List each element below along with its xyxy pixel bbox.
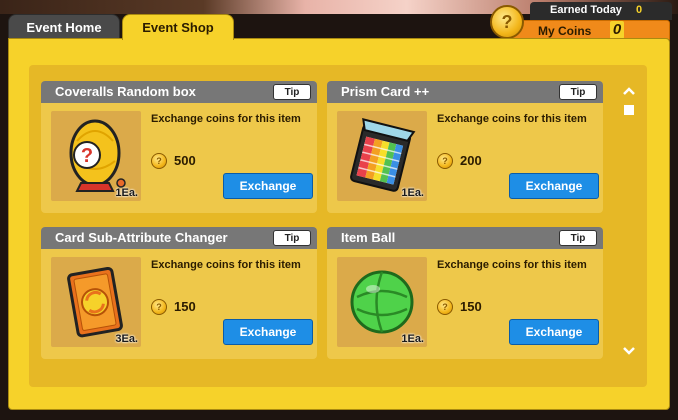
item-thumbnail: ? 1Ea. — [51, 111, 141, 201]
coin-icon: ? — [437, 299, 453, 315]
item-price: 500 — [174, 153, 196, 168]
tip-button[interactable]: Tip — [273, 230, 311, 246]
coins-widget: ? Earned Today 0 My Coins 0 — [490, 2, 672, 42]
earned-today-label: Earned Today — [550, 4, 622, 16]
tab-event-home[interactable]: Event Home — [8, 14, 120, 40]
coin-icon: ? — [151, 153, 167, 169]
item-thumbnail: 1Ea. — [337, 111, 427, 201]
tip-button[interactable]: Tip — [559, 84, 597, 100]
tip-button[interactable]: Tip — [273, 84, 311, 100]
item-thumbnail: 1Ea. — [337, 257, 427, 347]
coin-icon: ? — [437, 153, 453, 169]
coin-icon: ? — [490, 5, 524, 39]
exchange-button[interactable]: Exchange — [509, 173, 599, 199]
shop-item-card: Prism Card ++ Tip 1Ea. Exchange coins fo… — [327, 81, 603, 213]
exchange-button[interactable]: Exchange — [223, 319, 313, 345]
item-price: 200 — [460, 153, 482, 168]
shop-item-card: Card Sub-Attribute Changer Tip 3Ea. Exch… — [41, 227, 317, 359]
item-description: Exchange coins for this item — [437, 113, 587, 125]
item-description: Exchange coins for this item — [151, 113, 301, 125]
shop-item-card: Coveralls Random box Tip ? 1Ea. Exchange… — [41, 81, 317, 213]
item-grid: Coveralls Random box Tip ? 1Ea. Exchange… — [29, 65, 647, 387]
item-quantity: 1Ea. — [401, 333, 424, 345]
item-quantity: 3Ea. — [115, 333, 138, 345]
event-shop-panel: Coveralls Random box Tip ? 1Ea. Exchange… — [8, 38, 670, 410]
item-quantity: 1Ea. — [115, 187, 138, 199]
my-coins-value: 0 — [610, 21, 624, 39]
scroll-down-icon[interactable] — [623, 346, 635, 356]
item-description: Exchange coins for this item — [151, 259, 301, 271]
earned-today-value: 0 — [636, 4, 643, 16]
tip-button[interactable]: Tip — [559, 230, 597, 246]
item-price: 150 — [174, 299, 196, 314]
coin-icon: ? — [151, 299, 167, 315]
item-description: Exchange coins for this item — [437, 259, 587, 271]
item-price: 150 — [460, 299, 482, 314]
tab-event-shop[interactable]: Event Shop — [122, 14, 234, 40]
my-coins-label: My Coins — [538, 24, 592, 38]
scroll-up-icon[interactable] — [623, 86, 635, 96]
exchange-button[interactable]: Exchange — [223, 173, 313, 199]
item-quantity: 1Ea. — [401, 187, 424, 199]
item-thumbnail: 3Ea. — [51, 257, 141, 347]
exchange-button[interactable]: Exchange — [509, 319, 599, 345]
shop-item-card: Item Ball Tip 1Ea. Exchange coins for th… — [327, 227, 603, 359]
svg-text:?: ? — [81, 145, 93, 167]
scrollbar-thumb[interactable] — [624, 105, 634, 115]
